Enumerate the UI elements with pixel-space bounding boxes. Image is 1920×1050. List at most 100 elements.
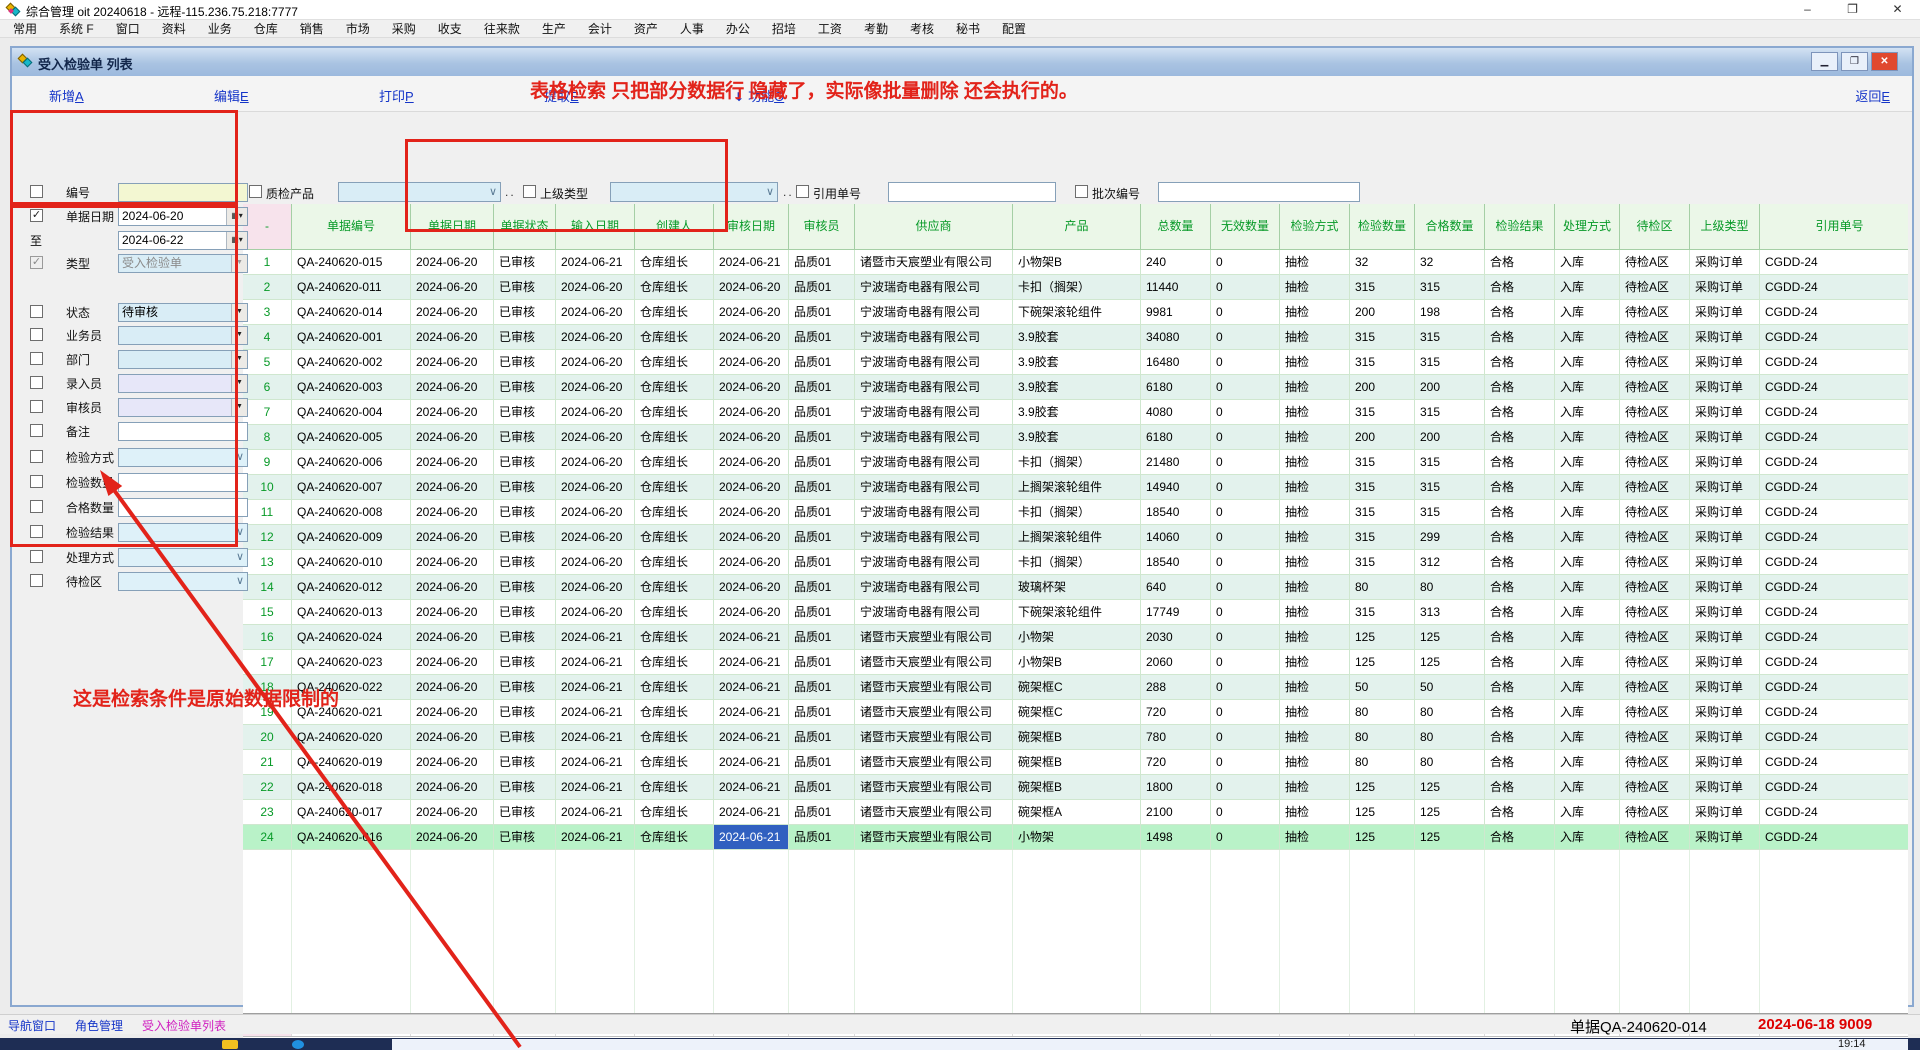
cell[interactable]: 卡扣（搁架） (1013, 500, 1141, 525)
cell[interactable]: 采购订单 (1690, 250, 1760, 275)
cell[interactable]: 0 (1211, 300, 1280, 325)
cell[interactable]: 仓库组长 (635, 550, 714, 575)
cell[interactable]: 0 (1211, 725, 1280, 750)
cell[interactable]: 已审核 (494, 650, 556, 675)
cell[interactable]: 仓库组长 (635, 250, 714, 275)
cell[interactable]: 0 (1211, 350, 1280, 375)
taskbar-blue-app-icon[interactable] (292, 1040, 304, 1049)
cell[interactable]: 小物架 (1013, 825, 1141, 850)
cell[interactable]: 2024-06-20 (556, 475, 635, 500)
cell[interactable]: 待检A区 (1620, 625, 1690, 650)
cell[interactable]: 抽检 (1280, 825, 1350, 850)
cell[interactable]: 315 (1415, 325, 1485, 350)
cell[interactable]: 抽检 (1280, 775, 1350, 800)
cell[interactable]: 品质01 (789, 625, 855, 650)
cell[interactable]: 21480 (1141, 450, 1211, 475)
cell[interactable]: 315 (1350, 525, 1415, 550)
cell[interactable]: 品质01 (789, 300, 855, 325)
cell[interactable]: 采购订单 (1690, 725, 1760, 750)
cell[interactable]: 2024-06-21 (556, 625, 635, 650)
cell[interactable]: 2024-06-20 (714, 275, 789, 300)
cell[interactable]: 入库 (1555, 525, 1620, 550)
cell[interactable]: 采购订单 (1690, 475, 1760, 500)
cell[interactable]: 2024-06-21 (714, 700, 789, 725)
cell[interactable]: 2024-06-20 (556, 400, 635, 425)
cell[interactable]: 入库 (1555, 300, 1620, 325)
cell[interactable]: 2024-06-20 (714, 350, 789, 375)
dropdown-arrow-button[interactable]: ▼ (231, 304, 247, 321)
menu-item-资料[interactable]: 资料 (151, 20, 197, 38)
menu-item-考勤[interactable]: 考勤 (853, 20, 899, 38)
cell[interactable]: 仓库组长 (635, 300, 714, 325)
cell[interactable]: 17749 (1141, 600, 1211, 625)
cell[interactable]: QA-240620-017 (292, 800, 411, 825)
cell[interactable]: 诸暨市天宸塑业有限公司 (855, 675, 1013, 700)
cell[interactable]: 2024-06-20 (411, 350, 494, 375)
cell[interactable]: 已审核 (494, 350, 556, 375)
column-header-审核日期[interactable]: 审核日期 (714, 204, 789, 250)
cell[interactable]: 2024-06-20 (411, 525, 494, 550)
cell[interactable]: 抽检 (1280, 625, 1350, 650)
cell[interactable]: 仓库组长 (635, 675, 714, 700)
column-header-总数量[interactable]: 总数量 (1141, 204, 1211, 250)
cell[interactable]: 2024-06-20 (411, 650, 494, 675)
filter-field-录入员[interactable]: ▼ (118, 374, 248, 393)
cell[interactable]: 2100 (1141, 800, 1211, 825)
cell[interactable]: 125 (1350, 650, 1415, 675)
cell[interactable]: 仓库组长 (635, 775, 714, 800)
cell[interactable]: 2024-06-20 (714, 475, 789, 500)
cell[interactable]: 11440 (1141, 275, 1211, 300)
cell[interactable]: 品质01 (789, 700, 855, 725)
cell[interactable]: 2024-06-20 (411, 600, 494, 625)
cell[interactable]: 2024-06-20 (556, 375, 635, 400)
cell[interactable]: CGDD-24 (1760, 575, 1908, 600)
cell[interactable]: 玻璃杯架 (1013, 575, 1141, 600)
cell[interactable]: 已审核 (494, 825, 556, 850)
cell[interactable]: 抽检 (1280, 250, 1350, 275)
cell[interactable]: 采购订单 (1690, 700, 1760, 725)
dropdown-arrow-button[interactable]: ▼ (231, 255, 247, 272)
cell[interactable]: 合格 (1485, 625, 1555, 650)
cell[interactable]: CGDD-24 (1760, 625, 1908, 650)
table-row[interactable]: 2QA-240620-0112024-06-20已审核2024-06-20仓库组… (243, 275, 1908, 300)
cell[interactable]: 合格 (1485, 350, 1555, 375)
cell[interactable]: 2024-06-20 (411, 750, 494, 775)
cell[interactable]: 4080 (1141, 400, 1211, 425)
row-number-cell[interactable]: 20 (243, 725, 292, 750)
cell[interactable]: 已审核 (494, 675, 556, 700)
cell[interactable]: 315 (1415, 475, 1485, 500)
menu-item-招培[interactable]: 招培 (761, 20, 807, 38)
cell[interactable]: 宁波瑞奇电器有限公司 (855, 275, 1013, 300)
cell[interactable]: 宁波瑞奇电器有限公司 (855, 350, 1013, 375)
table-row[interactable]: 16QA-240620-0242024-06-20已审核2024-06-21仓库… (243, 625, 1908, 650)
cell[interactable]: 2024-06-21 (714, 825, 789, 850)
cell[interactable]: 2024-06-20 (411, 475, 494, 500)
table-row[interactable]: 10QA-240620-0072024-06-20已审核2024-06-20仓库… (243, 475, 1908, 500)
filter-field-待检区[interactable]: ∨ (118, 572, 248, 591)
cell[interactable]: 2024-06-20 (714, 400, 789, 425)
row-number-cell[interactable]: 23 (243, 800, 292, 825)
cell[interactable]: 0 (1211, 575, 1280, 600)
cell[interactable]: 2024-06-20 (714, 600, 789, 625)
statusbar-tab-角色管理[interactable]: 角色管理 (75, 1017, 123, 1034)
row-number-cell[interactable]: 8 (243, 425, 292, 450)
cell[interactable]: CGDD-24 (1760, 650, 1908, 675)
cell[interactable]: 宁波瑞奇电器有限公司 (855, 325, 1013, 350)
cell[interactable]: 合格 (1485, 275, 1555, 300)
cell[interactable]: 2024-06-21 (714, 250, 789, 275)
cell[interactable]: 3.9胶套 (1013, 350, 1141, 375)
menu-item-人事[interactable]: 人事 (669, 20, 715, 38)
minimize-button[interactable]: – (1785, 0, 1830, 20)
cell[interactable]: 已审核 (494, 725, 556, 750)
cell[interactable]: 2024-06-20 (556, 325, 635, 350)
cell[interactable]: 合格 (1485, 250, 1555, 275)
cell[interactable]: CGDD-24 (1760, 525, 1908, 550)
cell[interactable]: 品质01 (789, 650, 855, 675)
cell[interactable]: 待检A区 (1620, 800, 1690, 825)
cell[interactable]: CGDD-24 (1760, 775, 1908, 800)
cell[interactable]: 入库 (1555, 775, 1620, 800)
cell[interactable]: 碗架框C (1013, 700, 1141, 725)
cell[interactable]: 合格 (1485, 750, 1555, 775)
checkbox-上级类型[interactable] (523, 185, 536, 198)
cell[interactable]: QA-240620-008 (292, 500, 411, 525)
